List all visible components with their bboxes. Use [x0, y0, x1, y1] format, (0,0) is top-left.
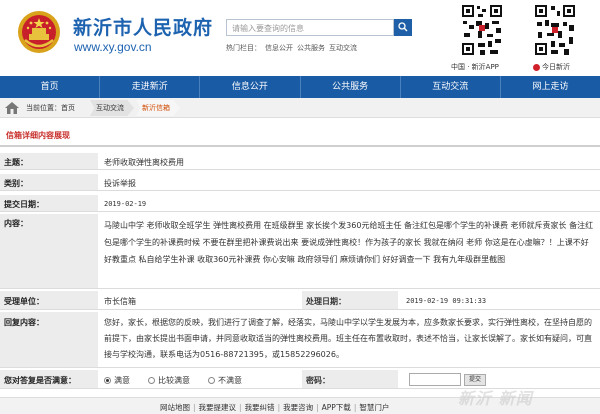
site-url: www.xy.gov.cn	[74, 40, 152, 54]
label-category: 类别：	[0, 174, 98, 190]
row-content: 内容： 马陵山中学 老师收取全班学生 弹性离校费用 在班级群里 家长挨个发360…	[0, 214, 600, 289]
qr-code-news-icon[interactable]	[533, 3, 577, 57]
radio-unsatisfied[interactable]	[208, 377, 215, 384]
satisfaction-option-fairly[interactable]: 比较满意	[148, 375, 190, 386]
qr-code-app-icon[interactable]	[460, 3, 504, 57]
nav-item-services[interactable]: 公共服务	[301, 76, 401, 98]
home-icon[interactable]	[5, 102, 19, 114]
section-title: 信箱详细内容展现	[0, 121, 600, 147]
nav-item-visit[interactable]: 网上走访	[501, 76, 600, 98]
hot-search-label: 热门栏目：	[226, 44, 261, 52]
main-nav: 首页 走进新沂 信息公开 公共服务 互动交流 网上走访	[0, 76, 600, 98]
row-category: 类别： 投诉举报	[0, 174, 600, 191]
row-date: 提交日期： 2019-02-19	[0, 195, 600, 212]
label-password: 密码：	[302, 370, 398, 388]
label-dept: 受理单位：	[0, 291, 98, 309]
label-subject: 主题：	[0, 153, 98, 169]
section-title-text: 信箱详细内容展现	[6, 131, 70, 140]
watermark: 新沂 新闻	[458, 389, 533, 408]
qr-label-app: 中国 · 新沂APP	[451, 63, 499, 71]
footer-link-sitemap[interactable]: 网站地图	[160, 403, 190, 412]
value-dept: 市长信箱	[104, 297, 136, 306]
row-dept: 受理单位： 市长信箱 处理日期： 2019-02-19 09:31:33	[0, 291, 600, 310]
footer-link-suggest[interactable]: 我要提建议	[199, 403, 237, 412]
breadcrumb: 当前位置：首页 互动交流 新沂信箱	[0, 98, 600, 118]
value-category: 投诉举报	[104, 179, 136, 188]
breadcrumb-item-interaction[interactable]: 互动交流	[90, 100, 134, 116]
value-process-date: 2019-02-19 09:31:33	[406, 297, 487, 305]
footer-link-correct[interactable]: 我要纠错	[245, 403, 275, 412]
value-content: 马陵山中学 老师收取全班学生 弹性离校费用 在班级群里 家长挨个发360元给班主…	[104, 221, 594, 264]
label-date: 提交日期：	[0, 195, 98, 211]
footer-link-app[interactable]: APP下载	[322, 403, 351, 412]
nav-item-home[interactable]: 首页	[0, 76, 101, 98]
footer-links: 网站地图 | 我要提建议 | 我要纠错 | 我要咨询 | APP下载 | 智慧门户	[160, 403, 390, 412]
nav-item-about[interactable]: 走进新沂	[100, 76, 201, 98]
label-reply: 回复内容：	[0, 312, 98, 367]
hot-search: 热门栏目： 信息公开 公共服务 互动交流	[226, 43, 361, 53]
search-input[interactable]: 请输入要查询的信息	[226, 19, 394, 36]
label-process-date: 处理日期：	[302, 291, 398, 309]
radio-satisfied[interactable]	[104, 377, 111, 384]
site-title: 新沂市人民政府	[73, 17, 214, 39]
row-subject: 主题： 老师收取弹性离校费用	[0, 153, 600, 170]
qr-label-news: 今日新沂	[533, 62, 570, 72]
nav-item-info[interactable]: 信息公开	[200, 76, 301, 98]
satisfaction-option-unsatisfied[interactable]: 不满意	[208, 375, 242, 386]
hot-search-link[interactable]: 信息公开	[265, 44, 293, 52]
label-content: 内容：	[0, 214, 98, 288]
radio-fairly[interactable]	[148, 377, 155, 384]
value-date: 2019-02-19	[104, 200, 147, 208]
value-reply: 您好，家长，根据您的反映，我们进行了调查了解，经落实，马陵山中学以学生发展为本，…	[104, 318, 592, 359]
news-logo-icon	[533, 63, 540, 71]
search-button[interactable]	[394, 19, 412, 36]
search-icon	[398, 22, 408, 32]
label-satisfaction: 您对答复是否满意：	[0, 370, 98, 388]
footer-link-portal[interactable]: 智慧门户	[359, 403, 389, 412]
hot-search-link[interactable]: 公共服务	[297, 44, 325, 52]
row-reply: 回复内容： 您好，家长，根据您的反映，我们进行了调查了解，经落实，马陵山中学以学…	[0, 312, 600, 368]
breadcrumb-label[interactable]: 当前位置：首页	[26, 103, 75, 113]
value-subject: 老师收取弹性离校费用	[104, 158, 184, 167]
satisfaction-options: 满意 比较满意 不满意	[104, 375, 294, 386]
site-header: 新沂市人民政府 www.xy.gov.cn 请输入要查询的信息 热门栏目： 信息公…	[0, 0, 600, 76]
breadcrumb-item-mailbox[interactable]: 新沂信箱	[136, 100, 180, 116]
footer-link-consult[interactable]: 我要咨询	[283, 403, 313, 412]
satisfaction-option-satisfied[interactable]: 满意	[104, 375, 130, 386]
nav-item-interaction[interactable]: 互动交流	[401, 76, 501, 98]
national-emblem-icon	[18, 11, 60, 53]
password-input[interactable]	[409, 373, 461, 386]
hot-search-link[interactable]: 互动交流	[329, 44, 357, 52]
